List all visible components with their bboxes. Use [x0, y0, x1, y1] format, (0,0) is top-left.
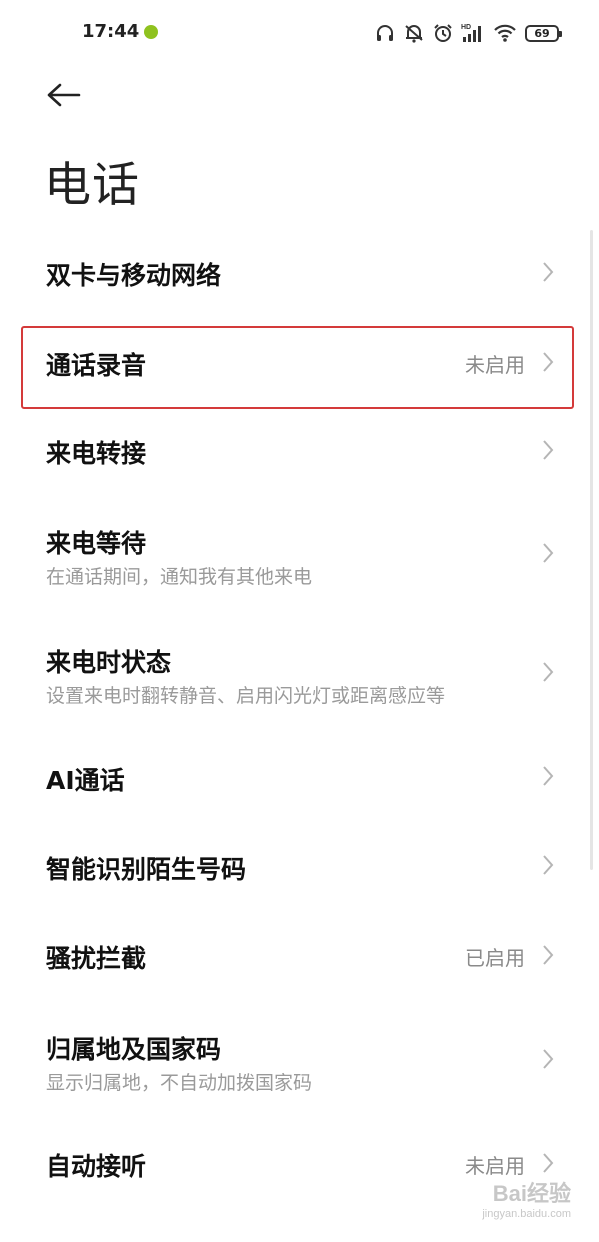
setting-harassment-blocking[interactable]: 骚扰拦截 已启用	[0, 915, 599, 995]
setting-title: 自动接听	[46, 1152, 147, 1181]
chevron-right-icon	[543, 543, 554, 563]
watermark-url: jingyan.baidu.com	[482, 1208, 571, 1220]
setting-status: 已启用	[465, 946, 525, 970]
notification-app-icon	[144, 25, 158, 39]
setting-title: AI通话	[46, 766, 125, 795]
chevron-right-icon	[543, 352, 554, 372]
setting-incoming-call-state[interactable]: 来电时状态 设置来电时翻转静音、启用闪光灯或距离感应等	[0, 625, 599, 725]
setting-call-recording[interactable]: 通话录音 未启用	[0, 322, 599, 412]
status-time: 17:44	[82, 21, 140, 42]
setting-title: 通话录音	[46, 351, 147, 380]
network-type-label: HD	[461, 24, 471, 31]
setting-title: 双卡与移动网络	[46, 261, 222, 290]
page-title: 电话	[44, 158, 140, 213]
setting-dual-sim[interactable]: 双卡与移动网络	[0, 232, 599, 312]
setting-description: 显示归属地，不自动加拨国家码	[46, 1072, 313, 1094]
alarm-icon	[433, 23, 453, 43]
chevron-right-icon	[543, 945, 554, 965]
watermark-logo: Bai经验	[492, 1181, 571, 1206]
status-bar: 17:44 HD 69	[0, 0, 599, 66]
setting-caller-location[interactable]: 归属地及国家码 显示归属地，不自动加拨国家码	[0, 1012, 599, 1112]
setting-call-forwarding[interactable]: 来电转接	[0, 410, 599, 500]
chevron-right-icon	[543, 662, 554, 682]
setting-ai-call[interactable]: AI通话	[0, 737, 599, 817]
battery-indicator: 69	[525, 24, 562, 42]
setting-call-waiting[interactable]: 来电等待 在通话期间，通知我有其他来电	[0, 506, 599, 606]
setting-title: 来电时状态	[46, 648, 172, 677]
chevron-right-icon	[543, 262, 554, 282]
status-icons: HD 69	[375, 20, 562, 46]
setting-status: 未启用	[465, 1154, 525, 1178]
mute-bell-icon	[403, 23, 425, 43]
chevron-right-icon	[543, 1049, 554, 1069]
chevron-right-icon	[543, 1153, 554, 1173]
setting-title: 归属地及国家码	[46, 1035, 222, 1064]
setting-status: 未启用	[465, 353, 525, 377]
chevron-right-icon	[543, 440, 554, 460]
setting-title: 骚扰拦截	[46, 944, 147, 973]
back-arrow-icon	[47, 83, 81, 107]
headphones-icon	[375, 23, 395, 43]
wifi-icon	[493, 23, 517, 43]
setting-unknown-number-detection[interactable]: 智能识别陌生号码	[0, 826, 599, 906]
cellular-signal-icon: HD	[461, 22, 485, 44]
setting-description: 在通话期间，通知我有其他来电	[46, 566, 313, 588]
baidu-jingyan-watermark: Bai经验 jingyan.baidu.com	[482, 1176, 571, 1220]
setting-title: 智能识别陌生号码	[46, 855, 247, 884]
chevron-right-icon	[543, 766, 554, 786]
setting-description: 设置来电时翻转静音、启用闪光灯或距离感应等	[46, 685, 446, 707]
setting-title: 来电转接	[46, 439, 147, 468]
chevron-right-icon	[543, 855, 554, 875]
phone-settings-screen: 17:44 HD 69 电话 双卡与移动网络 通话录音 未启用 来电转接 来电等…	[0, 0, 599, 1242]
back-button[interactable]	[40, 74, 88, 116]
setting-title: 来电等待	[46, 529, 147, 558]
